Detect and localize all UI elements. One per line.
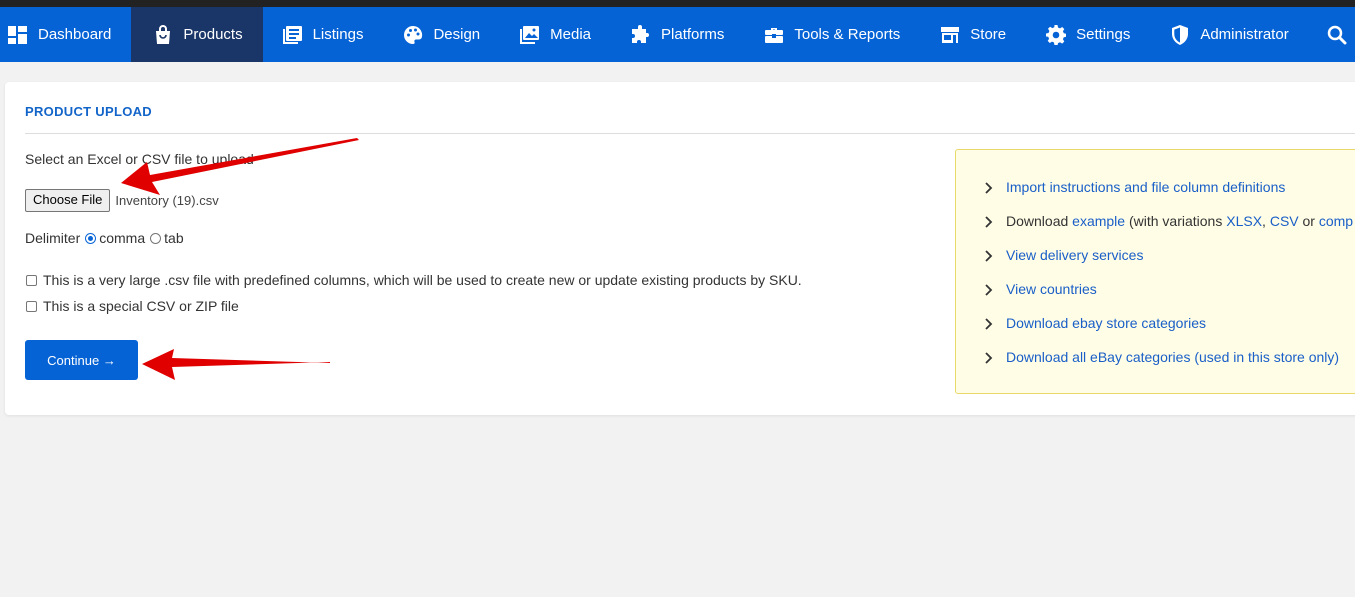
listings-icon [282, 25, 303, 45]
comma-separator: , [1262, 213, 1270, 229]
nav-administrator[interactable]: Administrator [1150, 7, 1308, 62]
delimiter-row: Delimiter comma tab [25, 230, 184, 246]
ebay-store-categories-link[interactable]: Download ebay store categories [1006, 315, 1206, 331]
large-csv-option[interactable]: This is a very large .csv file with pred… [26, 272, 802, 288]
nav-label: Design [433, 26, 481, 43]
toolbox-icon [764, 25, 784, 45]
page-title: PRODUCT UPLOAD [25, 104, 152, 119]
chevron-right-icon [984, 213, 998, 228]
chevron-right-icon [984, 349, 998, 364]
nav-tools-reports[interactable]: Tools & Reports [744, 7, 920, 62]
nav-design[interactable]: Design [383, 7, 500, 62]
comp-link[interactable]: comp [1319, 213, 1353, 229]
file-input: Choose File Inventory (19).csv [25, 189, 219, 212]
choose-file-button[interactable]: Choose File [25, 189, 111, 212]
nav-products[interactable]: Products [131, 7, 263, 62]
xlsx-link[interactable]: XLSX [1226, 213, 1262, 229]
select-file-label: Select an Excel or CSV file to upload [25, 151, 254, 167]
delimiter-tab-radio[interactable] [150, 232, 162, 244]
chevron-right-icon [984, 315, 998, 330]
main-navbar: Dashboard Products Listings Design Media… [0, 7, 1355, 62]
list-item: View delivery services [984, 247, 1353, 281]
nav-store[interactable]: Store [920, 7, 1026, 62]
special-csv-checkbox[interactable] [26, 300, 37, 312]
nav-label: Media [550, 26, 592, 43]
list-item: Download all eBay categories (used in th… [984, 349, 1353, 383]
all-ebay-categories-link[interactable]: Download all eBay categories (used in th… [1006, 349, 1339, 365]
puzzle-icon [631, 24, 651, 45]
continue-button[interactable]: Continue → [25, 340, 138, 380]
shopping-bag-icon [153, 24, 173, 45]
chevron-right-icon [984, 179, 998, 194]
delimiter-tab-label[interactable]: tab [164, 230, 183, 246]
dashboard-icon [8, 25, 28, 45]
nav-label: Listings [312, 26, 364, 43]
list-item: Import instructions and file column defi… [984, 179, 1353, 213]
search-icon [1327, 25, 1347, 45]
import-instructions-link[interactable]: Import instructions and file column defi… [1006, 179, 1285, 195]
nav-platforms[interactable]: Platforms [611, 7, 744, 62]
or-text: or [1298, 213, 1319, 229]
nav-search[interactable] [1309, 7, 1355, 62]
image-icon [520, 25, 540, 45]
special-csv-label[interactable]: This is a special CSV or ZIP file [43, 298, 239, 314]
nav-label: Store [970, 26, 1007, 43]
example-link[interactable]: example [1072, 213, 1125, 229]
top-strip [0, 0, 1355, 7]
palette-icon [403, 25, 423, 45]
countries-link[interactable]: View countries [1006, 281, 1097, 297]
gear-icon [1046, 24, 1067, 45]
large-csv-label[interactable]: This is a very large .csv file with pred… [43, 272, 802, 288]
nav-dashboard[interactable]: Dashboard [0, 7, 131, 62]
nav-label: Settings [1076, 26, 1131, 43]
chevron-right-icon [984, 281, 998, 296]
store-icon [940, 25, 960, 45]
info-links-list: Import instructions and file column defi… [984, 179, 1353, 383]
nav-label: Tools & Reports [794, 26, 901, 43]
info-links-box: Import instructions and file column defi… [955, 149, 1355, 394]
list-item: Download ebay store categories [984, 315, 1353, 349]
nav-label: Administrator [1200, 26, 1289, 43]
chevron-right-icon [984, 247, 998, 262]
shield-icon [1170, 24, 1190, 45]
nav-settings[interactable]: Settings [1026, 7, 1150, 62]
download-prefix-text: Download [1006, 213, 1073, 229]
variations-text: (with variations [1125, 213, 1227, 229]
nav-listings[interactable]: Listings [263, 7, 384, 62]
delimiter-label: Delimiter [25, 230, 81, 246]
product-upload-card: PRODUCT UPLOAD Select an Excel or CSV fi… [5, 82, 1355, 415]
delivery-services-link[interactable]: View delivery services [1006, 247, 1143, 263]
csv-link[interactable]: CSV [1270, 213, 1299, 229]
selected-file-name: Inventory (19).csv [115, 193, 219, 208]
large-csv-checkbox[interactable] [26, 274, 37, 286]
delimiter-comma-radio[interactable] [85, 232, 97, 244]
list-item: Download example (with variations XLSX ,… [984, 213, 1353, 247]
special-csv-option[interactable]: This is a special CSV or ZIP file [26, 298, 239, 314]
nav-label: Dashboard [38, 26, 112, 43]
nav-label: Products [183, 26, 243, 43]
list-item: View countries [984, 281, 1353, 315]
nav-media[interactable]: Media [500, 7, 611, 62]
nav-label: Platforms [661, 26, 725, 43]
title-divider [25, 133, 1355, 134]
delimiter-comma-label[interactable]: comma [99, 230, 145, 246]
